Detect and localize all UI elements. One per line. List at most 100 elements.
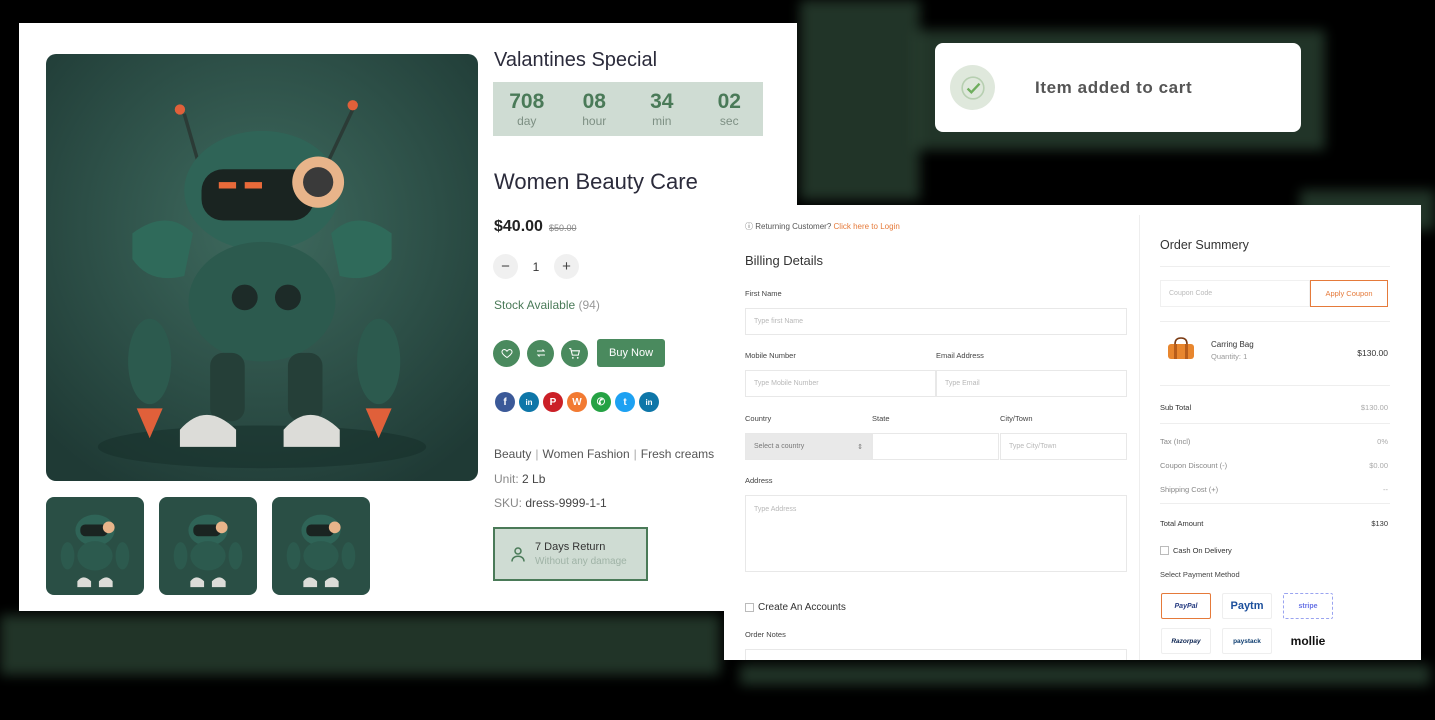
column-divider (1139, 215, 1140, 660)
compare-button[interactable] (527, 339, 554, 367)
add-to-cart-button[interactable] (561, 339, 588, 367)
tag-separator: | (535, 447, 539, 461)
login-link[interactable]: Click here to Login (834, 222, 900, 231)
create-account-label: Create An Accounts (758, 602, 846, 613)
robot-thumbnail-image (272, 497, 370, 595)
countdown-value: 02 (717, 90, 741, 113)
facebook-icon[interactable]: f (495, 392, 515, 412)
total-row: Total Amount $130 (1160, 519, 1388, 528)
robot-thumbnail-image (46, 497, 144, 595)
tag-separator: | (633, 447, 637, 461)
mobile-field[interactable]: Type Mobile Number (745, 370, 936, 397)
paytm-option[interactable]: Paytm (1222, 593, 1272, 619)
stripe-option[interactable]: stripe (1283, 593, 1333, 619)
pinterest-icon[interactable]: P (543, 392, 563, 412)
select-arrows-icon: ⇕ (857, 443, 863, 451)
linkedin-icon[interactable]: in (639, 392, 659, 412)
checkout-panel: ⓘ Returning Customer? Click here to Logi… (724, 205, 1421, 660)
old-price: $50.00 (548, 223, 577, 233)
product-card: Valantines Special 708 day 08 hour 34 mi… (19, 23, 797, 611)
social-share: f in P W ✆ t in (495, 392, 659, 412)
product-thumbnail[interactable] (46, 497, 144, 595)
total-value: $130 (1371, 519, 1388, 528)
discount-value: $0.00 (1369, 461, 1388, 470)
tax-label: Tax (Incl) (1160, 437, 1191, 446)
product-thumbnail[interactable] (272, 497, 370, 595)
quantity-value[interactable]: 1 (530, 260, 542, 274)
check-icon (960, 75, 985, 100)
stock-label: Stock Available (494, 298, 576, 312)
buy-now-button[interactable]: Buy Now (597, 339, 666, 367)
product-thumbnail[interactable] (159, 497, 257, 595)
state-field[interactable] (872, 433, 999, 460)
sku-label: SKU: (494, 496, 523, 510)
razorpay-option[interactable]: Razorpay (1161, 628, 1211, 654)
city-label: City/Town (1000, 414, 1033, 423)
country-select[interactable]: Select a country ⇕ (745, 433, 872, 460)
returning-customer-notice: ⓘ Returning Customer? Click here to Logi… (745, 221, 900, 232)
stock-status: Stock Available (94) (494, 298, 600, 312)
countdown-minutes: 34 min (632, 90, 692, 128)
coupon-code-input[interactable]: Coupon Code (1160, 280, 1310, 307)
product-sku: SKU: dress-9999-1-1 (494, 496, 607, 510)
weibo-icon[interactable]: W (567, 392, 587, 412)
subtotal-label: Sub Total (1160, 403, 1192, 412)
countdown-seconds: 02 sec (699, 90, 759, 128)
tag-link[interactable]: Women Fashion (542, 447, 629, 461)
countdown-hours: 08 hour (564, 90, 624, 128)
cash-on-delivery-option[interactable]: Cash On Delivery (1160, 546, 1232, 555)
country-label: Country (745, 414, 772, 423)
countdown-label: hour (582, 114, 607, 128)
stock-count: (94) (578, 298, 600, 312)
linkedin-icon[interactable]: in (519, 392, 539, 412)
product-title: Women Beauty Care (494, 169, 698, 194)
countdown-value: 08 (582, 90, 606, 113)
cart-item-name: Carring Bag (1211, 340, 1254, 349)
mollie-option[interactable]: mollie (1283, 628, 1333, 654)
toast-message: Item added to cart (1035, 77, 1193, 97)
return-subtitle: Without any damage (535, 556, 627, 567)
price-row: $40.00 $50.00 (494, 218, 576, 236)
wishlist-button[interactable] (493, 339, 520, 367)
current-price: $40.00 (494, 218, 543, 235)
info-icon: ⓘ (745, 222, 753, 231)
heart-icon (501, 348, 512, 359)
paystack-option[interactable]: paystack (1222, 628, 1272, 654)
order-notes-field[interactable] (745, 649, 1127, 660)
divider (1160, 385, 1390, 386)
countdown-value: 34 (650, 90, 674, 113)
total-label: Total Amount (1160, 519, 1204, 528)
robot-thumbnail-image (159, 497, 257, 595)
product-actions: Buy Now (493, 339, 666, 367)
city-field[interactable]: Type City/Town (1000, 433, 1127, 460)
increase-quantity-button[interactable]: + (554, 254, 579, 279)
whatsapp-icon[interactable]: ✆ (591, 392, 611, 412)
paypal-option[interactable]: PayPal (1161, 593, 1211, 619)
mobile-label: Mobile Number (745, 351, 796, 360)
address-label: Address (745, 476, 773, 485)
product-main-image[interactable] (46, 54, 478, 481)
cart-icon (569, 347, 581, 359)
return-policy-badge: 7 Days Return Without any damage (493, 527, 648, 581)
order-summary-title: Order Summery (1160, 238, 1249, 252)
decrease-quantity-button[interactable]: − (493, 254, 518, 279)
tag-link[interactable]: Fresh creams (641, 447, 714, 461)
countdown-label: sec (719, 114, 739, 128)
tag-link[interactable]: Beauty (494, 447, 531, 461)
create-account-checkbox[interactable] (745, 603, 754, 612)
create-account-option[interactable]: Create An Accounts (745, 602, 846, 613)
product-unit: Unit: 2 Lb (494, 472, 545, 486)
twitter-icon[interactable]: t (615, 392, 635, 412)
shipping-row: Shipping Cost (+) -- (1160, 485, 1388, 494)
first-name-field[interactable]: Type first Name (745, 308, 1127, 335)
email-field[interactable]: Type Email (936, 370, 1127, 397)
first-name-label: First Name (745, 289, 782, 298)
return-title: 7 Days Return (535, 541, 606, 553)
product-tags: Beauty | Women Fashion | Fresh creams (494, 447, 714, 461)
cod-checkbox[interactable] (1160, 546, 1169, 555)
state-label: State (872, 414, 890, 423)
apply-coupon-button[interactable]: Apply Coupon (1310, 280, 1388, 307)
discount-row: Coupon Discount (-) $0.00 (1160, 461, 1388, 470)
address-textarea[interactable]: Type Address (745, 495, 1127, 572)
tax-value: 0% (1377, 437, 1388, 446)
